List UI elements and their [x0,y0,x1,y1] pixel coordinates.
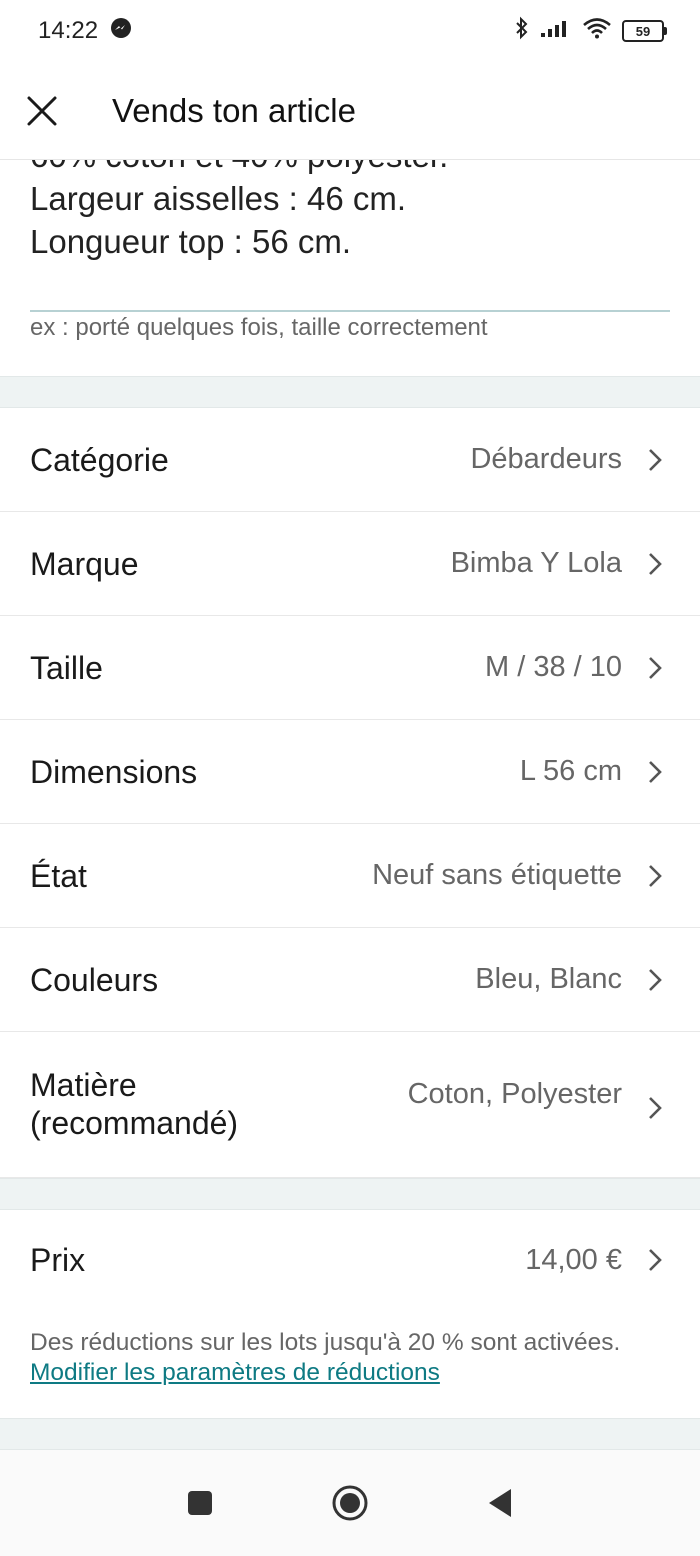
row-value: L 56 cm [519,755,622,787]
section-divider [0,1178,700,1210]
battery-icon: 59 [622,20,667,42]
chevron-right-icon [649,1097,662,1119]
chevron-right-icon [649,1249,662,1271]
recents-square-icon [188,1491,212,1515]
chevron-right-icon [649,968,662,991]
row-couleurs[interactable]: Couleurs Bleu, Blanc [0,928,700,1032]
status-left: 14:22 [38,17,132,46]
row-label: Dimensions [30,753,198,790]
chevron-right-icon [649,552,662,575]
row-value: Bleu, Blanc [475,963,622,995]
back-triangle-icon [489,1489,511,1517]
row-label: État [30,857,87,894]
row-value: Bimba Y Lola [450,547,622,579]
app-header: Vends ton article [0,62,700,160]
back-button[interactable] [480,1483,520,1523]
system-nav-bar [0,1450,700,1556]
row-right: M / 38 / 10 [485,651,662,684]
chevron-right-icon [649,760,662,783]
messenger-icon [110,17,132,46]
row-label: Taille [30,649,103,686]
row-value: Neuf sans étiquette [372,859,622,891]
status-right: 59 [514,16,667,47]
discount-note-text: Des réductions sur les lots jusqu'à 20 %… [30,1329,621,1356]
recents-button[interactable] [180,1483,220,1523]
row-right: Bleu, Blanc [475,963,662,996]
row-right: Débardeurs [470,443,662,476]
wifi-icon [582,17,612,46]
bluetooth-icon [514,16,530,47]
discount-settings-link[interactable]: Modifier les paramètres de réductions [30,1359,440,1386]
chevron-right-icon [649,448,662,471]
description-underline [30,310,670,312]
row-right: Coton, Polyester [408,1066,662,1120]
price-value: 14,00 € [525,1243,622,1276]
row-label: Matière (recommandé) [30,1067,239,1141]
status-time: 14:22 [38,17,99,44]
row-etat[interactable]: État Neuf sans étiquette [0,824,700,928]
row-right: L 56 cm [520,755,662,788]
row-marque[interactable]: Marque Bimba Y Lola [0,512,700,616]
row-taille[interactable]: Taille M / 38 / 10 [0,616,700,720]
row-right: Bimba Y Lola [451,547,662,580]
row-categorie[interactable]: Catégorie Débardeurs [0,408,700,512]
row-dimensions[interactable]: Dimensions L 56 cm [0,720,700,824]
description-input[interactable]: 60% coton et 40% polyester. Largeur aiss… [30,160,670,263]
description-section: 60% coton et 40% polyester. Largeur aiss… [0,160,700,376]
row-right: Neuf sans étiquette [372,859,662,892]
chevron-wrapper [648,1096,662,1120]
page-title: Vends ton article [112,91,356,129]
close-icon [27,96,57,125]
row-label: Couleurs [30,961,159,998]
description-hint: ex : porté quelques fois, taille correct… [30,314,488,341]
row-matiere[interactable]: Matière (recommandé) Coton, Polyester [0,1032,700,1178]
chevron-right-icon [649,864,662,887]
home-circle-icon [332,1485,368,1521]
row-value: M / 38 / 10 [484,651,622,683]
row-prix[interactable]: Prix 14,00 € [0,1210,700,1310]
home-button[interactable] [330,1483,370,1523]
discount-note: Des réductions sur les lots jusqu'à 20 %… [30,1328,670,1388]
row-value: Débardeurs [470,443,622,475]
signal-icon [540,17,572,45]
section-divider [0,376,700,408]
section-divider [0,1418,700,1450]
row-label: Marque [30,545,139,582]
chevron-right-icon [649,656,662,679]
row-label: Prix [30,1242,86,1278]
row-value: Coton, Polyester [407,1077,622,1110]
row-right: 14,00 € [525,1244,662,1277]
row-label: Catégorie [30,441,169,478]
status-bar: 14:22 59 [0,0,700,62]
close-button[interactable] [24,93,60,129]
